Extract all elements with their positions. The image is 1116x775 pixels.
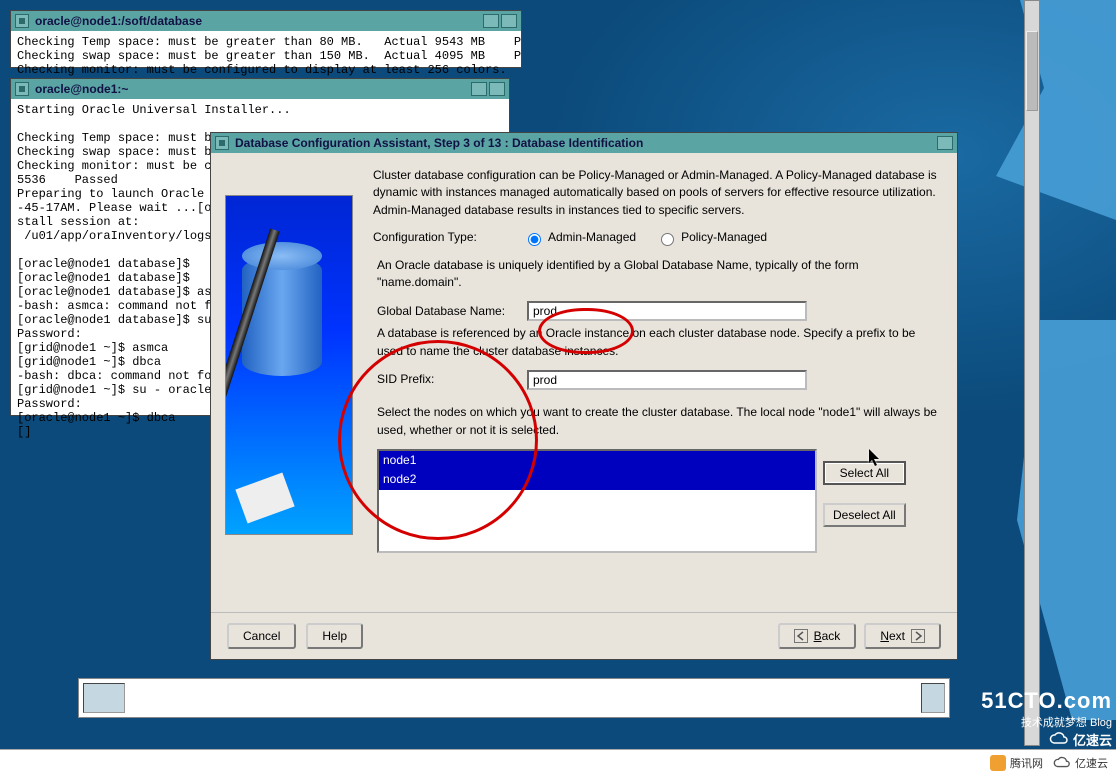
dialog-title: Database Configuration Assistant, Step 3…	[235, 136, 935, 150]
gdb-label: Global Database Name:	[377, 303, 527, 320]
window-minimize-icon[interactable]	[471, 82, 487, 96]
window-maximize-icon[interactable]	[501, 14, 517, 28]
help-button[interactable]: Help	[306, 623, 363, 649]
status-item-yisu[interactable]: 亿速云	[1053, 755, 1108, 771]
select-all-button[interactable]: Select All	[823, 461, 906, 485]
radio-policy-managed[interactable]: Policy-Managed	[656, 229, 767, 246]
radio-admin-managed[interactable]: Admin-Managed	[523, 229, 636, 246]
logo-tagline: 技术成就梦想 Blog	[981, 714, 1112, 730]
gdb-description: An Oracle database is uniquely identifie…	[377, 257, 939, 292]
terminal-output: Checking Temp space: must be greater tha…	[11, 31, 521, 81]
titlebar[interactable]: Database Configuration Assistant, Step 3…	[211, 133, 957, 153]
dialog-button-bar: Cancel Help Back Next	[211, 612, 957, 659]
sid-label: SID Prefix:	[377, 371, 527, 388]
page-scrollbar[interactable]	[1024, 0, 1040, 746]
window-minimize-icon[interactable]	[483, 14, 499, 28]
mouse-cursor-icon	[868, 448, 882, 468]
node-list-item[interactable]: node2	[379, 470, 815, 489]
deselect-all-button[interactable]: Deselect All	[823, 503, 906, 527]
window-menu-icon[interactable]	[15, 14, 29, 28]
dbca-dialog[interactable]: Database Configuration Assistant, Step 3…	[210, 132, 958, 660]
browser-status-bar: 腾讯网 亿速云	[0, 749, 1116, 775]
window-title: oracle@node1:~	[35, 82, 469, 96]
nodes-description: Select the nodes on which you want to cr…	[377, 404, 939, 439]
logo-51cto: 51CTO.com	[981, 688, 1112, 714]
tencent-icon	[990, 755, 1006, 771]
window-menu-icon[interactable]	[215, 136, 229, 150]
watermark-logos: 51CTO.com 技术成就梦想 Blog 亿速云	[981, 688, 1112, 750]
sid-prefix-input[interactable]	[527, 370, 807, 390]
window-menu-icon[interactable]	[15, 82, 29, 96]
terminal-window-1[interactable]: oracle@node1:/soft/database Checking Tem…	[10, 10, 522, 68]
titlebar[interactable]: oracle@node1:~	[11, 79, 509, 99]
arrow-right-icon	[911, 629, 925, 643]
panel-strip	[78, 678, 950, 718]
node-list[interactable]: node1node2	[377, 449, 817, 553]
back-button[interactable]: Back	[778, 623, 857, 649]
next-button[interactable]: Next	[864, 623, 941, 649]
window-maximize-icon[interactable]	[937, 136, 953, 150]
node-list-item[interactable]: node1	[379, 451, 815, 470]
cancel-button[interactable]: Cancel	[227, 623, 296, 649]
logo-yisu: 亿速云	[1049, 730, 1112, 749]
titlebar[interactable]: oracle@node1:/soft/database	[11, 11, 521, 31]
intro-text: Cluster database configuration can be Po…	[373, 167, 939, 219]
cloud-icon	[1053, 756, 1071, 770]
config-type-label: Configuration Type:	[373, 229, 503, 246]
wizard-graphic	[225, 195, 353, 535]
dialog-content: Cluster database configuration can be Po…	[373, 167, 939, 606]
global-database-name-input[interactable]	[527, 301, 807, 321]
radio-policy-managed-input[interactable]	[661, 233, 674, 246]
arrow-left-icon	[794, 629, 808, 643]
window-maximize-icon[interactable]	[489, 82, 505, 96]
radio-admin-managed-input[interactable]	[528, 233, 541, 246]
sid-description: A database is referenced by an Oracle in…	[377, 325, 939, 360]
status-item-tencent[interactable]: 腾讯网	[990, 755, 1043, 771]
window-title: oracle@node1:/soft/database	[35, 14, 481, 28]
